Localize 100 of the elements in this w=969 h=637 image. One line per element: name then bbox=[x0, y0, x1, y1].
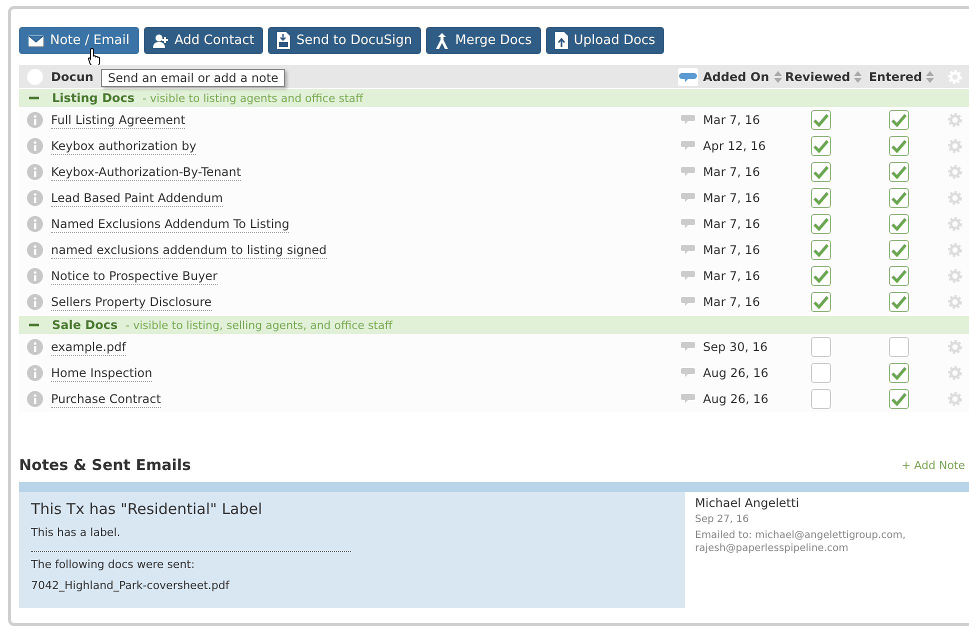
entered-checkbox[interactable] bbox=[889, 214, 909, 234]
envelope-icon bbox=[28, 34, 44, 46]
comment-icon[interactable] bbox=[678, 68, 698, 86]
toolbar-button[interactable]: Merge Docs bbox=[426, 27, 541, 54]
date-cell-text: Mar 7, 16 bbox=[702, 243, 761, 257]
merge-icon bbox=[435, 32, 450, 48]
note-text: This has a label. bbox=[31, 526, 122, 539]
tooltip: Send an email or add a note bbox=[101, 69, 286, 87]
add-person-icon bbox=[152, 34, 168, 48]
column-header[interactable]: Reviewed bbox=[785, 70, 863, 84]
entered-checkbox[interactable] bbox=[889, 337, 909, 357]
comment-icon[interactable] bbox=[681, 115, 695, 125]
settings-icon[interactable] bbox=[947, 391, 963, 407]
group-name: Sale Docs bbox=[52, 318, 118, 332]
comment-icon[interactable] bbox=[681, 394, 695, 404]
recipients-text: Emailed to: michael@angelettigroup.com, rajesh@paperlesspipeline.com bbox=[695, 529, 907, 555]
note-date: Sep 27, 16 bbox=[695, 513, 750, 526]
document-link[interactable]: Purchase Contract bbox=[51, 392, 161, 408]
comment-icon[interactable] bbox=[681, 141, 695, 151]
toolbar-button[interactable]: Upload Docs bbox=[546, 27, 664, 54]
document-link[interactable]: Keybox-Authorization-By-Tenant bbox=[51, 165, 242, 181]
date-cell-text: Mar 7, 16 bbox=[702, 217, 761, 231]
date-cell-text: Mar 7, 16 bbox=[702, 295, 761, 309]
comment-icon[interactable] bbox=[681, 219, 695, 229]
reviewed-checkbox[interactable] bbox=[811, 214, 831, 234]
reviewed-checkbox[interactable] bbox=[811, 337, 831, 357]
date-cell-text: Aug 26, 16 bbox=[702, 392, 770, 406]
sort-icon bbox=[925, 70, 936, 84]
date-cell-text: Aug 26, 16 bbox=[702, 366, 770, 380]
date-cell-text: Mar 7, 16 bbox=[702, 165, 761, 179]
reviewed-checkbox[interactable] bbox=[811, 389, 831, 409]
group-header[interactable]: Sale Docs - visible to listing, selling agents, and office staff bbox=[19, 316, 969, 334]
entered-checkbox[interactable] bbox=[889, 363, 909, 383]
comment-icon[interactable] bbox=[681, 297, 695, 307]
settings-icon[interactable] bbox=[947, 294, 963, 310]
entered-checkbox[interactable] bbox=[889, 292, 909, 312]
document-link[interactable]: named exclusions addendum to listing signed bbox=[51, 243, 327, 259]
comment-icon[interactable] bbox=[681, 271, 695, 281]
column-header[interactable]: Docun bbox=[51, 70, 94, 84]
date-cell-text: Mar 7, 16 bbox=[702, 113, 761, 127]
note-heading: This Tx has "Residential" Label bbox=[31, 500, 264, 518]
document-link[interactable]: Lead Based Paint Addendum bbox=[51, 191, 223, 207]
settings-icon[interactable] bbox=[947, 365, 963, 381]
reviewed-checkbox[interactable] bbox=[811, 240, 831, 260]
comment-icon[interactable] bbox=[681, 193, 695, 203]
date-cell-text: Sep 30, 16 bbox=[702, 340, 769, 354]
comment-icon[interactable] bbox=[681, 167, 695, 177]
settings-icon[interactable] bbox=[947, 138, 963, 154]
reviewed-checkbox[interactable] bbox=[811, 188, 831, 208]
sort-icon bbox=[853, 70, 863, 84]
toolbar-button[interactable]: Add Contact bbox=[144, 27, 264, 54]
reviewed-checkbox[interactable] bbox=[811, 363, 831, 383]
settings-icon[interactable] bbox=[947, 339, 963, 355]
group-name: Listing Docs bbox=[52, 91, 135, 105]
document-icon bbox=[277, 32, 290, 49]
file-name: 7042_Highland_Park-coversheet.pdf bbox=[31, 579, 230, 592]
toolbar-button[interactable]: Send to DocuSign bbox=[268, 27, 422, 54]
entered-checkbox[interactable] bbox=[889, 389, 909, 409]
document-link[interactable]: Notice to Prospective Buyer bbox=[51, 269, 218, 285]
group-description: - visible to listing agents and office staff bbox=[142, 92, 364, 104]
date-cell-text: Mar 7, 16 bbox=[702, 269, 761, 283]
reviewed-checkbox[interactable] bbox=[811, 136, 831, 156]
hand-cursor-icon bbox=[88, 47, 102, 67]
entered-checkbox[interactable] bbox=[889, 136, 909, 156]
group-description: - visible to listing, selling agents, and office staff bbox=[126, 318, 392, 332]
author-name: Michael Angeletti bbox=[695, 496, 800, 510]
date-cell-text: Mar 7, 16 bbox=[702, 191, 761, 205]
settings-icon[interactable] bbox=[947, 190, 963, 206]
entered-checkbox[interactable] bbox=[889, 240, 909, 260]
document-link[interactable]: Home Inspection bbox=[51, 366, 152, 382]
sort-icon bbox=[773, 70, 784, 84]
upload-document-icon bbox=[554, 32, 568, 49]
column-header[interactable]: Entered bbox=[863, 70, 941, 84]
settings-icon[interactable] bbox=[947, 164, 963, 180]
settings-icon[interactable] bbox=[947, 112, 963, 128]
entered-checkbox[interactable] bbox=[889, 188, 909, 208]
settings-icon[interactable] bbox=[947, 268, 963, 284]
settings-icon[interactable] bbox=[947, 242, 963, 258]
section-title: Notes & Sent Emails bbox=[19, 456, 191, 474]
column-header[interactable]: Added On bbox=[699, 70, 785, 84]
toolbar-button[interactable]: Note / Email bbox=[19, 27, 138, 54]
document-link[interactable]: Full Listing Agreement bbox=[51, 113, 186, 129]
reviewed-checkbox[interactable] bbox=[811, 292, 831, 312]
reviewed-checkbox[interactable] bbox=[811, 110, 831, 130]
entered-checkbox[interactable] bbox=[889, 110, 909, 130]
date-cell-text: Apr 12, 16 bbox=[702, 139, 767, 153]
reviewed-checkbox[interactable] bbox=[811, 162, 831, 182]
entered-checkbox[interactable] bbox=[889, 162, 909, 182]
entered-checkbox[interactable] bbox=[889, 266, 909, 286]
comment-icon[interactable] bbox=[681, 245, 695, 255]
document-link[interactable]: Sellers Property Disclosure bbox=[51, 295, 212, 311]
document-link[interactable]: example.pdf bbox=[51, 340, 126, 356]
note-text: The following docs were sent: bbox=[31, 558, 196, 571]
comment-icon[interactable] bbox=[681, 368, 695, 378]
comment-icon[interactable] bbox=[681, 342, 695, 352]
document-link[interactable]: Named Exclusions Addendum To Listing bbox=[51, 217, 290, 233]
settings-icon[interactable] bbox=[947, 216, 963, 232]
reviewed-checkbox[interactable] bbox=[811, 266, 831, 286]
group-header[interactable]: Listing Docs - visible to listing agents and office staff bbox=[19, 89, 969, 107]
document-link[interactable]: Keybox authorization by bbox=[51, 139, 196, 155]
